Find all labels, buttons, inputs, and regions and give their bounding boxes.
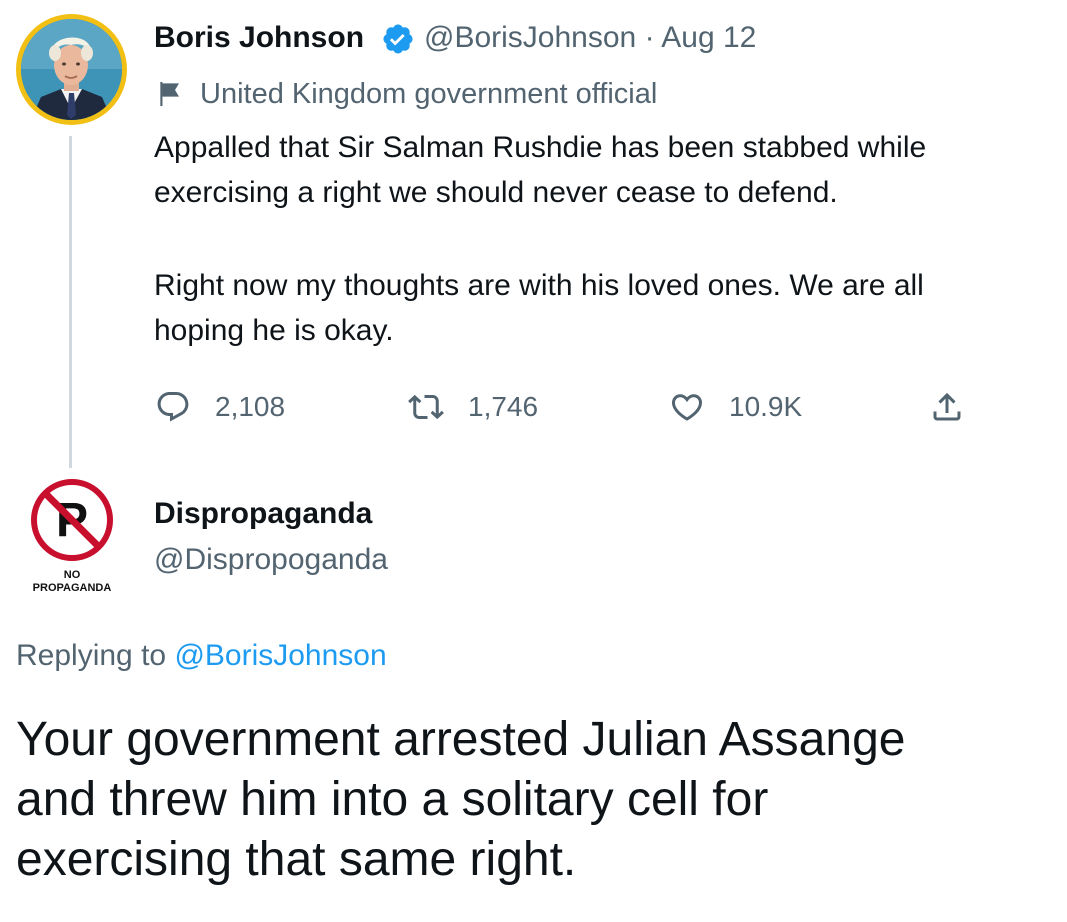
- tweet-line: Appalled that Sir Salman Rushdie has bee…: [154, 131, 927, 164]
- handle-and-date: @BorisJohnson · Aug 12: [424, 18, 756, 58]
- avatar-portrait-icon: [21, 19, 122, 120]
- tweet-line: hoping he is okay.: [154, 314, 394, 347]
- tweet-line: exercising a right we should never cease…: [154, 176, 838, 209]
- avatar-dispropaganda[interactable]: P NO PROPAGANDA: [28, 478, 118, 596]
- government-label: United Kingdom government official: [154, 74, 657, 114]
- author-name[interactable]: Boris Johnson: [154, 18, 364, 58]
- heart-icon: [671, 394, 703, 421]
- tweet-body: Appalled that Sir Salman Rushdie has bee…: [154, 125, 1054, 353]
- author-handle[interactable]: @BorisJohnson: [424, 21, 636, 54]
- tweet-paragraph-1: Appalled that Sir Salman Rushdie has bee…: [154, 125, 1054, 215]
- tweet-paragraph-2: Right now my thoughts are with his loved…: [154, 263, 1054, 353]
- avatar-logo-line-2: PROPAGANDA: [33, 582, 112, 594]
- reply-line: exercising that same right.: [16, 833, 577, 886]
- separator-dot: ·: [644, 21, 655, 54]
- like-count: 10.9K: [729, 391, 803, 422]
- retweet-count: 1,746: [468, 391, 539, 422]
- avatar-logo-line-1: NO: [64, 569, 81, 581]
- share-button[interactable]: [929, 385, 965, 429]
- tweet-date[interactable]: Aug 12: [661, 21, 756, 54]
- reply-body: Your government arrested Julian Assange …: [16, 710, 1056, 890]
- reply-line: and threw him into a solitary cell for: [16, 773, 769, 826]
- thread-connector-line: [69, 136, 72, 468]
- avatar-photo: [21, 19, 122, 120]
- replying-prefix: Replying to: [16, 639, 167, 672]
- tweet-line: Right now my thoughts are with his loved…: [154, 269, 924, 302]
- reply-bubble-icon: [157, 392, 189, 422]
- like-button[interactable]: 10.9K: [669, 385, 802, 429]
- reply-author-name[interactable]: Dispropaganda: [154, 494, 372, 534]
- verified-badge-icon: [383, 24, 413, 54]
- replying-to-line: Replying to @BorisJohnson: [16, 636, 387, 676]
- government-label-text: United Kingdom government official: [200, 78, 658, 110]
- retweet-button[interactable]: 1,746: [408, 385, 538, 429]
- reply-author-handle[interactable]: @Dispropoganda: [154, 540, 388, 580]
- retweet-arrows-icon: [408, 394, 444, 420]
- avatar-boris-johnson[interactable]: [16, 14, 127, 125]
- replying-to-mention[interactable]: @BorisJohnson: [174, 639, 386, 672]
- flag-icon: [160, 82, 179, 106]
- reply-button[interactable]: 2,108: [155, 385, 285, 429]
- reply-count: 2,108: [215, 391, 286, 422]
- reply-line: Your government arrested Julian Assange: [16, 713, 906, 766]
- share-upload-icon: [933, 392, 961, 421]
